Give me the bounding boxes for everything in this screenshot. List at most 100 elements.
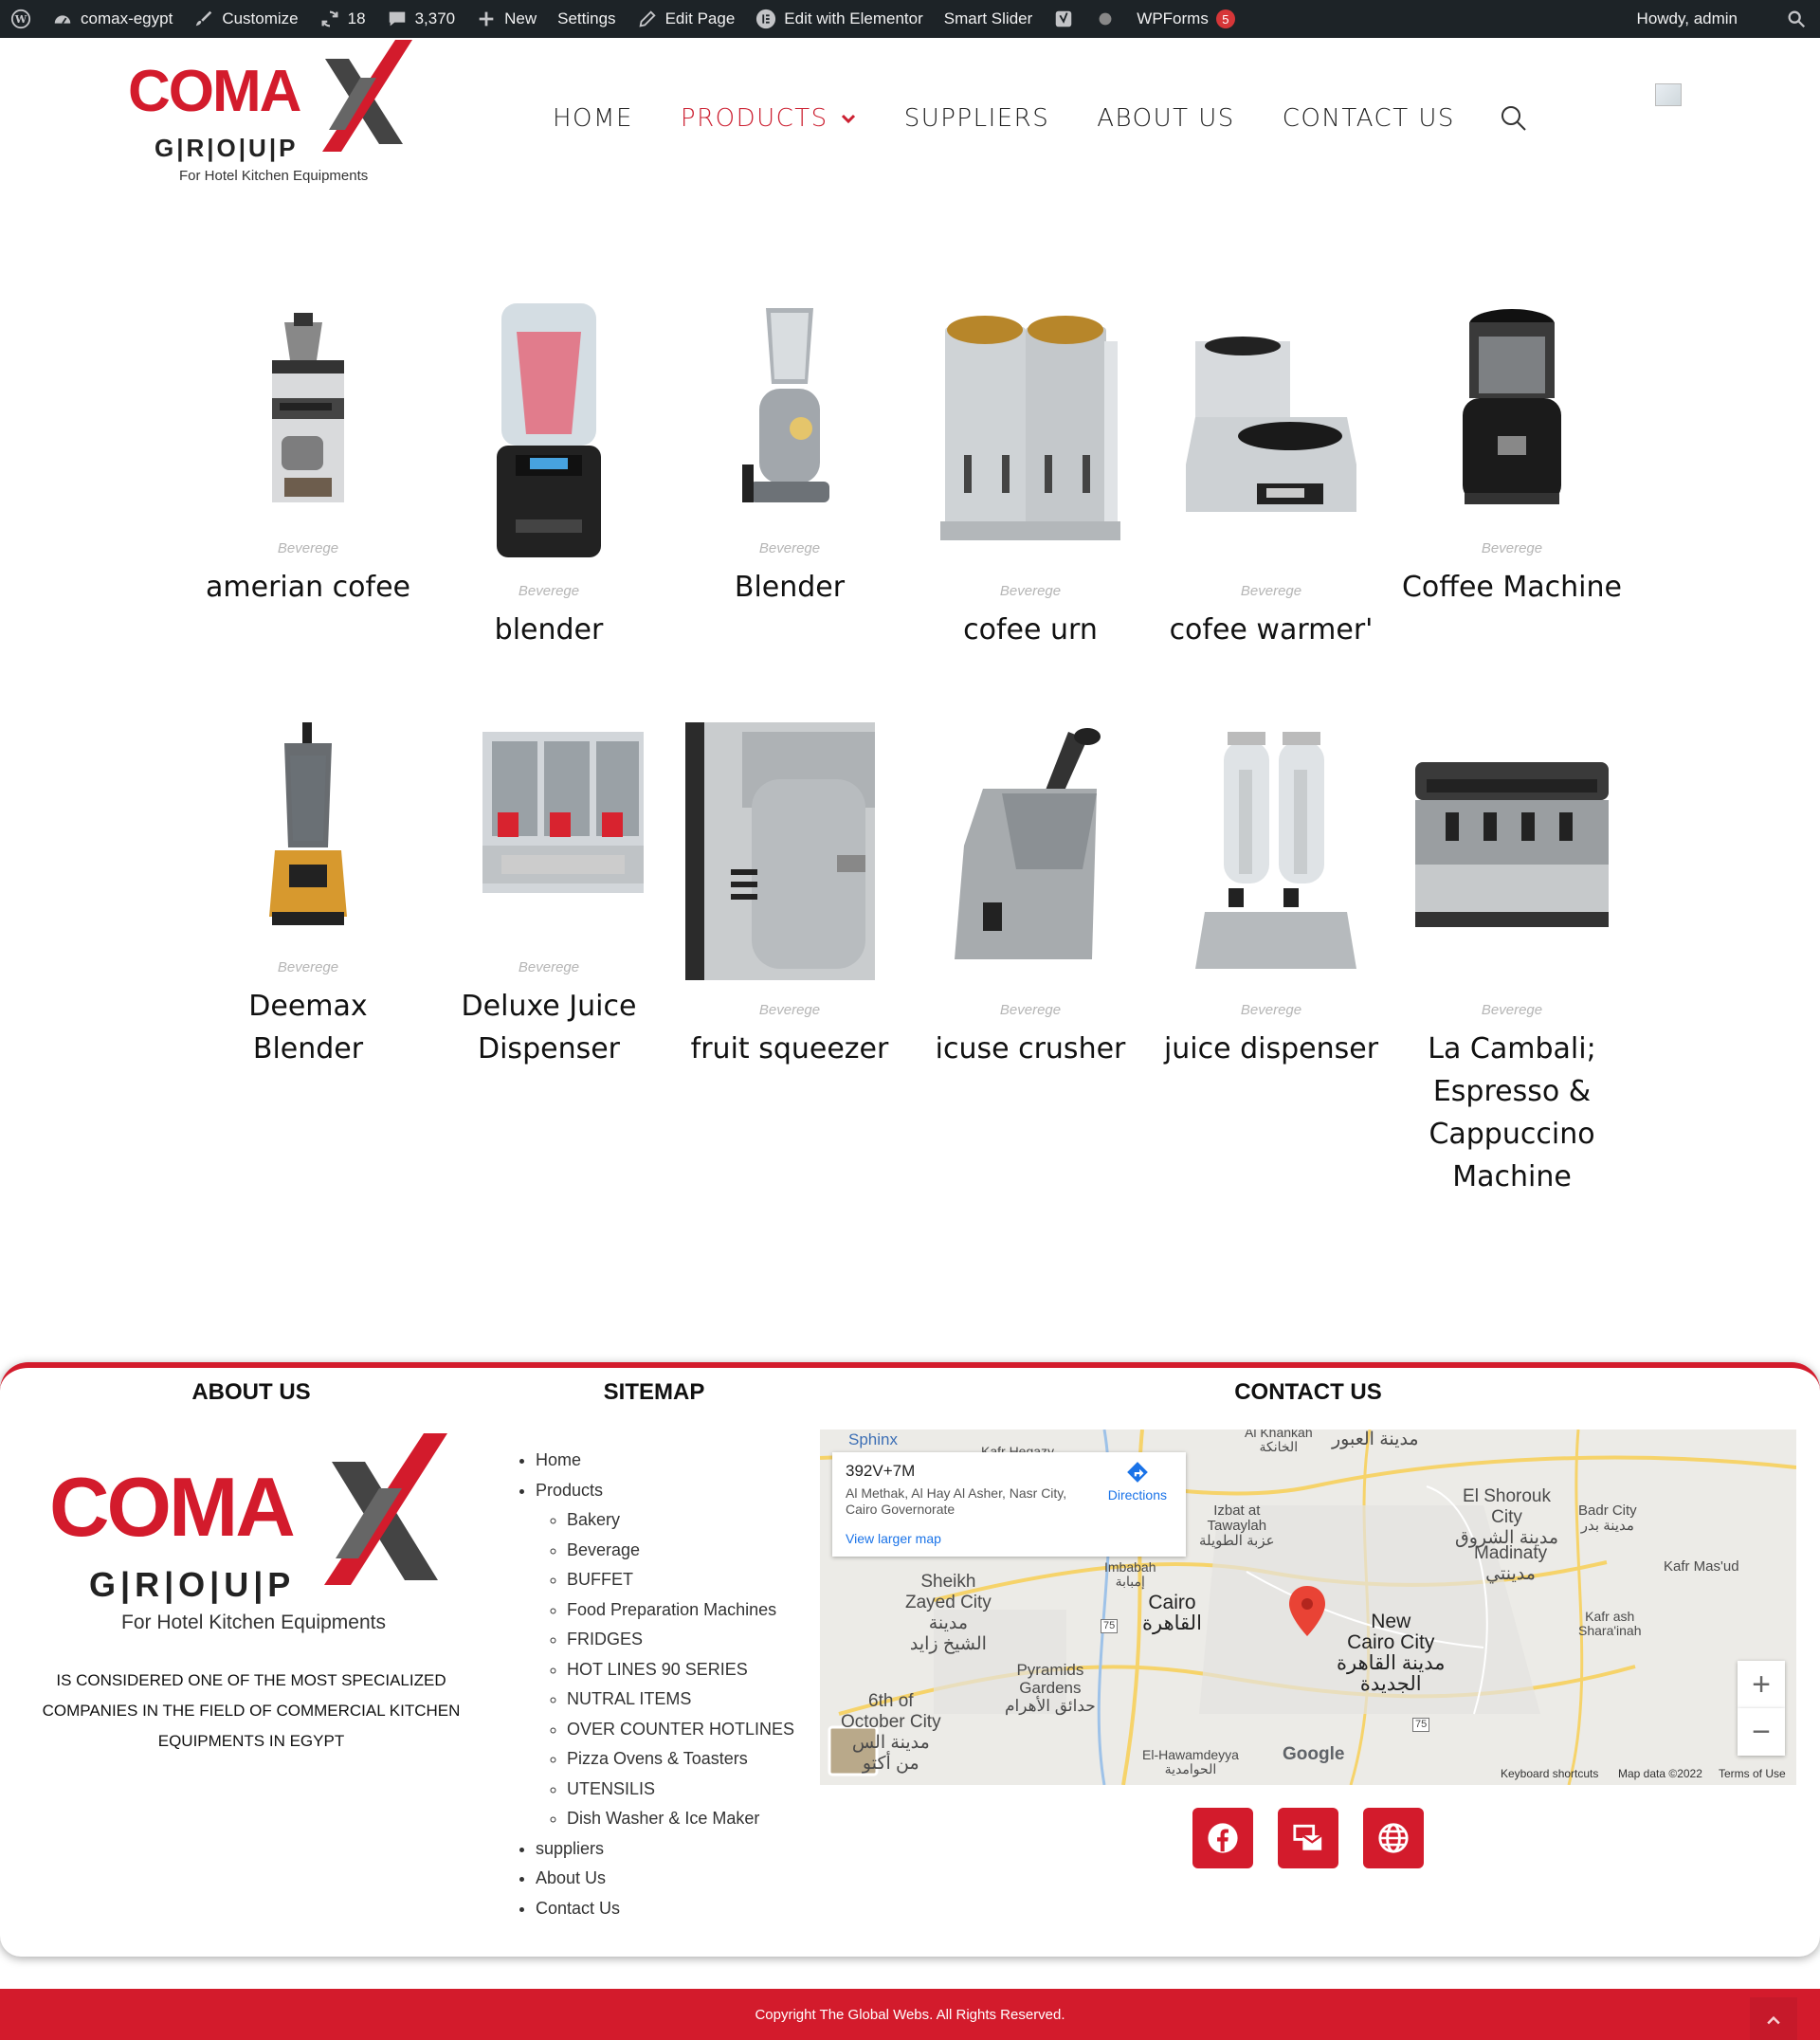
- product-name[interactable]: cofee urn: [917, 609, 1144, 651]
- admin-comments-link[interactable]: 3,370: [376, 0, 466, 38]
- sitemap-link-products[interactable]: Products: [536, 1481, 603, 1500]
- nav-products[interactable]: PRODUCTS: [657, 104, 881, 133]
- product-image[interactable]: [1408, 303, 1616, 517]
- nav-contact[interactable]: CONTACT US: [1259, 104, 1479, 133]
- sitemap-link-about[interactable]: About Us: [536, 1868, 606, 1887]
- product-card[interactable]: Beverege cofee urn: [917, 303, 1144, 654]
- product-card[interactable]: Beverege icuse crusher: [917, 722, 1144, 1083]
- product-card[interactable]: Beverege Coffee Machine: [1398, 303, 1626, 616]
- map-terms[interactable]: Terms of Use: [1719, 1767, 1786, 1780]
- map-keyboard-shortcuts[interactable]: Keyboard shortcuts: [1501, 1767, 1598, 1780]
- product-category[interactable]: Beverege: [435, 959, 663, 975]
- product-card[interactable]: Beverege fruit squeezer: [676, 722, 903, 1083]
- admin-edit-page-link[interactable]: Edit Page: [627, 0, 746, 38]
- product-card[interactable]: Beverege La Cambali; Espresso & Cappucci…: [1398, 722, 1626, 1215]
- sitemap-link-fridges[interactable]: FRIDGES: [567, 1630, 643, 1648]
- product-image[interactable]: [1167, 303, 1375, 561]
- svg-text:For Hotel Kitchen Equipments: For Hotel Kitchen Equipments: [179, 168, 368, 184]
- facebook-button[interactable]: [1192, 1808, 1253, 1868]
- wordpress-logo-icon[interactable]: W: [0, 0, 42, 38]
- sitemap-link-home[interactable]: Home: [536, 1450, 581, 1469]
- admin-settings-link[interactable]: Settings: [547, 0, 626, 38]
- product-category[interactable]: Beverege: [917, 583, 1144, 599]
- admin-site-link[interactable]: comax-egypt: [42, 0, 183, 38]
- product-category[interactable]: Beverege: [1157, 583, 1385, 599]
- product-category[interactable]: Beverege: [676, 1002, 903, 1018]
- product-name[interactable]: Blender: [676, 566, 903, 609]
- product-category[interactable]: Beverege: [676, 540, 903, 556]
- product-card[interactable]: Beverege juice dispenser: [1157, 722, 1385, 1083]
- product-name[interactable]: blender: [435, 609, 663, 651]
- google-map[interactable]: Sphinx Kafr Hegazy Al Khankah الخانكة مد…: [820, 1430, 1796, 1785]
- product-image[interactable]: [685, 303, 894, 517]
- product-image[interactable]: [204, 303, 412, 517]
- product-image[interactable]: [445, 303, 653, 561]
- admin-updates-link[interactable]: 18: [309, 0, 376, 38]
- nav-about[interactable]: ABOUT US: [1073, 104, 1259, 133]
- product-name[interactable]: juice dispenser: [1157, 1028, 1385, 1070]
- scroll-to-top-button[interactable]: [1750, 1997, 1797, 2040]
- admin-search-icon[interactable]: [1748, 0, 1820, 38]
- admin-account-link[interactable]: Howdy, admin: [1627, 0, 1748, 38]
- map-zoom-out-button[interactable]: −: [1738, 1708, 1785, 1756]
- sitemap-link-hot-lines[interactable]: HOT LINES 90 SERIES: [567, 1660, 748, 1679]
- product-category[interactable]: Beverege: [1157, 1002, 1385, 1018]
- product-card[interactable]: Beverege cofee warmer': [1157, 303, 1385, 654]
- product-card[interactable]: Beverege Deemax Blender: [194, 722, 422, 1083]
- product-card[interactable]: Beverege blender: [435, 303, 663, 654]
- admin-elementor-link[interactable]: Edit with Elementor: [745, 0, 933, 38]
- search-icon[interactable]: [1500, 104, 1528, 133]
- sitemap-link-contact[interactable]: Contact Us: [536, 1899, 620, 1918]
- map-directions-button[interactable]: Directions: [1108, 1460, 1167, 1503]
- product-image[interactable]: [926, 722, 1135, 980]
- product-image[interactable]: [1167, 722, 1375, 980]
- product-category[interactable]: Beverege: [1398, 540, 1626, 556]
- wpforms-count-badge: 5: [1215, 9, 1235, 28]
- mail-button[interactable]: [1278, 1808, 1338, 1868]
- product-name[interactable]: cofee warmer': [1157, 609, 1385, 651]
- admin-smart-slider-link[interactable]: Smart Slider: [934, 0, 1044, 38]
- map-view-larger-link[interactable]: View larger map: [846, 1531, 1173, 1546]
- admin-customize-link[interactable]: Customize: [183, 0, 308, 38]
- product-card[interactable]: Beverege amerian cofee: [194, 303, 422, 616]
- product-category[interactable]: Beverege: [194, 540, 422, 556]
- admin-new-link[interactable]: New: [465, 0, 547, 38]
- product-image[interactable]: [926, 303, 1135, 561]
- sitemap-link-buffet[interactable]: BUFFET: [567, 1570, 633, 1589]
- sitemap-link-utensils[interactable]: UTENSILIS: [567, 1779, 655, 1798]
- product-image[interactable]: [445, 722, 653, 936]
- product-name[interactable]: Deemax Blender: [194, 985, 422, 1070]
- product-card[interactable]: Beverege Blender: [676, 303, 903, 616]
- sitemap-link-over-counter[interactable]: OVER COUNTER HOTLINES: [567, 1720, 794, 1739]
- product-category[interactable]: Beverege: [1398, 1002, 1626, 1018]
- product-name[interactable]: fruit squeezer: [676, 1028, 903, 1070]
- website-button[interactable]: [1363, 1808, 1424, 1868]
- product-name[interactable]: Coffee Machine: [1398, 566, 1626, 609]
- product-name[interactable]: La Cambali; Espresso & Cappuccino Machin…: [1398, 1028, 1626, 1198]
- product-image[interactable]: [204, 722, 412, 936]
- product-name[interactable]: icuse crusher: [917, 1028, 1144, 1070]
- product-category[interactable]: Beverege: [917, 1002, 1144, 1018]
- nav-home[interactable]: HOME: [529, 104, 657, 133]
- product-name[interactable]: Deluxe Juice Dispenser: [435, 985, 663, 1070]
- sitemap-link-bakery[interactable]: Bakery: [567, 1510, 620, 1529]
- product-category[interactable]: Beverege: [194, 959, 422, 975]
- sitemap-link-dishwasher[interactable]: Dish Washer & Ice Maker: [567, 1809, 759, 1828]
- sitemap-link-nutral[interactable]: NUTRAL ITEMS: [567, 1689, 691, 1708]
- sitemap-link-suppliers[interactable]: suppliers: [536, 1839, 604, 1858]
- sitemap-link-beverage[interactable]: Beverage: [567, 1540, 640, 1559]
- seo-status-dot-icon[interactable]: [1084, 0, 1126, 38]
- sitemap-link-food-prep[interactable]: Food Preparation Machines: [567, 1600, 776, 1619]
- product-card[interactable]: Beverege Deluxe Juice Dispenser: [435, 722, 663, 1083]
- product-image[interactable]: [685, 722, 894, 980]
- nav-suppliers[interactable]: SUPPLIERS: [881, 104, 1074, 133]
- map-zoom-in-button[interactable]: +: [1738, 1661, 1785, 1708]
- yoast-icon[interactable]: [1043, 0, 1084, 38]
- sitemap-link-pizza[interactable]: Pizza Ovens & Toasters: [567, 1749, 748, 1768]
- product-image[interactable]: [1408, 722, 1616, 980]
- site-logo[interactable]: COMA G|R|O|U|P For Hotel Kitchen Equipme…: [128, 40, 417, 191]
- product-name[interactable]: amerian cofee: [194, 566, 422, 609]
- admin-wpforms-link[interactable]: WPForms 5: [1126, 0, 1246, 38]
- product-category[interactable]: Beverege: [435, 583, 663, 599]
- updates-icon: [321, 10, 338, 27]
